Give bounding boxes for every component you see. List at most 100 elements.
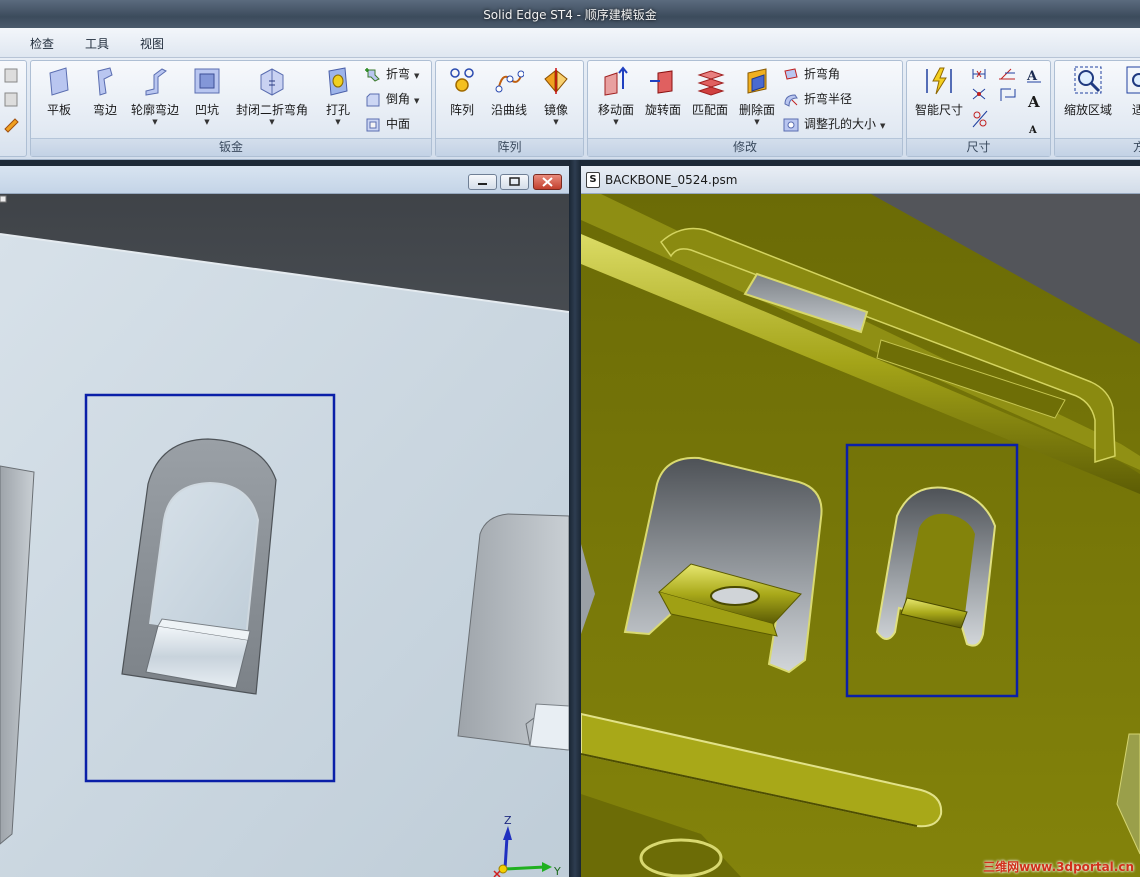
chamfer-dropdown-icon[interactable]: ▼: [414, 97, 419, 105]
document-icon: S: [586, 172, 600, 188]
midsurface-icon: [366, 118, 380, 131]
mirror-button[interactable]: 镜像 ▼: [538, 63, 574, 126]
tab-view[interactable]: 视图: [140, 35, 164, 52]
bend-radius-icon: [784, 93, 798, 107]
chamfer-icon: [366, 93, 380, 106]
smart-dimension-button[interactable]: 智能尺寸: [911, 63, 967, 118]
flange-label: 弯边: [92, 103, 117, 117]
view-group-title: 方: [1055, 138, 1140, 156]
flat-tab-label: 平板: [46, 103, 71, 117]
bend-button[interactable]: 折弯 ▼: [365, 65, 419, 85]
sheetmetal-group-title: 钣金: [31, 138, 431, 156]
tab-inspect[interactable]: 检查: [30, 35, 54, 52]
svg-text:A: A: [1028, 125, 1037, 136]
fit-button[interactable]: 适: [1123, 63, 1140, 118]
pattern-button[interactable]: 阵列: [444, 63, 480, 118]
rotate-face-label: 旋转面: [644, 103, 681, 117]
chamfer-button[interactable]: 倒角 ▼: [365, 90, 419, 110]
rotate-face-icon: [650, 70, 673, 94]
tab-tools[interactable]: 工具: [85, 35, 109, 52]
bend-radius-button[interactable]: 折弯半径: [783, 90, 852, 110]
maximize-icon: [509, 177, 520, 186]
midsurface-button[interactable]: 中面: [365, 115, 410, 135]
left-3d-viewport[interactable]: Z Y: [0, 194, 569, 877]
minimize-button[interactable]: [468, 174, 497, 190]
ribbon-group-pattern: 阵列 沿曲线 镜像 ▼ 阵列: [435, 60, 584, 157]
close-2-bend-corner-button[interactable]: 封闭二折弯角 ▼: [231, 63, 313, 126]
punch-hole-label: 打孔: [325, 103, 350, 117]
bend-angle-icon: [784, 67, 798, 80]
rotate-face-button[interactable]: 旋转面: [641, 63, 685, 118]
pattern-label: 阵列: [449, 103, 474, 117]
resize-holes-dropdown-icon[interactable]: ▼: [880, 122, 885, 130]
delete-face-icon: [747, 68, 767, 94]
dimension-group-title: 尺寸: [907, 138, 1050, 156]
bend-label: 折弯: [386, 67, 411, 81]
right-3d-viewport[interactable]: [581, 194, 1140, 877]
delete-face-dropdown-icon[interactable]: ▼: [735, 119, 779, 126]
flange-icon: [97, 67, 113, 96]
bend-angle-label: 折弯角: [804, 67, 841, 81]
flange-button[interactable]: 弯边: [87, 63, 123, 118]
bend-angle-button[interactable]: 折弯角: [783, 65, 840, 85]
along-curve-label: 沿曲线: [490, 103, 527, 117]
resize-holes-button[interactable]: 调整孔的大小 ▼: [783, 115, 885, 135]
punch-hole-dropdown-icon[interactable]: ▼: [321, 119, 355, 126]
title-bar: Solid Edge ST4 - 顺序建模钣金: [0, 0, 1140, 28]
match-face-button[interactable]: 匹配面: [688, 63, 732, 118]
close-icon: [542, 177, 553, 187]
ribbon-group-clipped: [0, 60, 27, 157]
delete-face-button[interactable]: 删除面 ▼: [735, 63, 779, 126]
text-size-icons[interactable]: A A A: [1025, 65, 1045, 137]
close-corner-label: 封闭二折弯角: [235, 103, 308, 117]
contour-flange-dropdown-icon[interactable]: ▼: [127, 119, 183, 126]
close-corner-icon: [260, 68, 284, 96]
axis-z-label: Z: [504, 814, 512, 827]
fit-label: 适: [1131, 103, 1140, 117]
maximize-button[interactable]: [500, 174, 529, 190]
flat-tab-button[interactable]: 平板: [39, 63, 79, 118]
document-title: BACKBONE_0524.psm: [605, 173, 738, 187]
dimple-icon: [194, 68, 220, 94]
left-view-window: Z Y: [0, 166, 569, 877]
window-title: Solid Edge ST4 - 顺序建模钣金: [483, 8, 657, 22]
along-curve-icon: [495, 70, 524, 93]
contour-flange-button[interactable]: 轮廓弯边 ▼: [127, 63, 183, 126]
ribbon-group-view: 缩放区域 适 方: [1054, 60, 1140, 157]
ribbon-group-modify: 移动面 ▼ 旋转面 匹配面 删除面 ▼ 折弯角 折弯半径 调整孔的大小 ▼ 修改: [587, 60, 903, 157]
midsurface-label: 中面: [386, 117, 411, 131]
match-face-icon: [697, 70, 725, 96]
pattern-icon: [450, 68, 474, 92]
move-face-button[interactable]: 移动面 ▼: [594, 63, 638, 126]
zoom-area-button[interactable]: 缩放区域: [1057, 63, 1119, 118]
dimple-label: 凹坑: [194, 103, 219, 117]
dimension-tools-icons[interactable]: [971, 67, 1021, 135]
close-button[interactable]: [533, 174, 562, 190]
zoom-area-icon: [1074, 66, 1102, 94]
bend-dropdown-icon[interactable]: ▼: [414, 72, 419, 80]
modify-group-title: 修改: [588, 138, 902, 156]
contour-flange-icon: [145, 68, 167, 96]
smart-dimension-label: 智能尺寸: [914, 103, 963, 117]
ribbon-group-dimension: 智能尺寸 A A A 尺寸: [906, 60, 1051, 157]
view-splitter[interactable]: [569, 160, 581, 877]
smart-dimension-icon: [926, 67, 952, 95]
ribbon: 平板 弯边 轮廓弯边 ▼ 凹坑 ▼ 封闭二折弯角 ▼ 打孔 ▼ 折弯 ▼ 倒角 …: [0, 58, 1140, 160]
right-view-window: S BACKBONE_0524.psm 三维网www.3dportal.cn: [581, 166, 1140, 877]
close-corner-dropdown-icon[interactable]: ▼: [231, 119, 313, 126]
flat-tab-icon: [49, 67, 69, 96]
bend-radius-label: 折弯半径: [804, 92, 853, 106]
watermark: 三维网www.3dportal.cn: [983, 860, 1134, 874]
contour-flange-label: 轮廓弯边: [130, 103, 179, 117]
menu-bar: 检查 工具 视图: [0, 28, 1140, 58]
mirror-dropdown-icon[interactable]: ▼: [538, 119, 574, 126]
mirror-icon: [544, 68, 568, 94]
clipboard-icons[interactable]: [3, 67, 21, 135]
pattern-group-title: 阵列: [436, 138, 583, 156]
move-face-dropdown-icon[interactable]: ▼: [594, 119, 638, 126]
move-face-icon: [604, 66, 628, 96]
punch-hole-button[interactable]: 打孔 ▼: [321, 63, 355, 126]
dimple-dropdown-icon[interactable]: ▼: [189, 119, 225, 126]
dimple-button[interactable]: 凹坑 ▼: [189, 63, 225, 126]
along-curve-button[interactable]: 沿曲线: [488, 63, 530, 118]
